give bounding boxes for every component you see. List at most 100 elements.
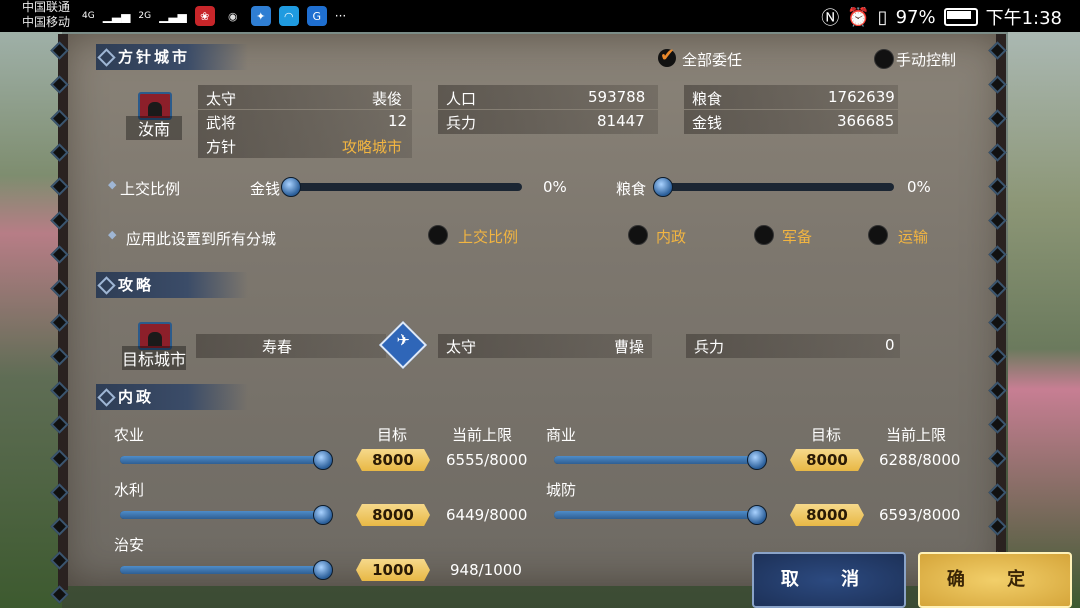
tribute-food-percent: 0% <box>907 178 931 196</box>
agriculture-slider[interactable] <box>120 450 333 470</box>
target-city-name[interactable]: 寿春 <box>262 336 292 357</box>
carrier-2: 中国移动 <box>22 15 71 29</box>
apply-all-label: 应用此设置到所有分城 <box>126 230 277 248</box>
tribute-food-slider[interactable] <box>653 177 894 197</box>
security-label: 治安 <box>114 536 145 554</box>
apply-tribute-radio[interactable] <box>428 225 448 245</box>
signal-4g-label: 4G <box>82 11 95 21</box>
alarm-icon: ⏰ <box>847 6 870 28</box>
security-target[interactable]: 1000 <box>356 559 430 581</box>
commerce-label: 商业 <box>546 426 577 444</box>
generals-label: 武将 <box>206 114 237 132</box>
manual-control-label[interactable]: 手动控制 <box>896 49 956 70</box>
defense-slider[interactable] <box>554 505 767 525</box>
carrier-info: 中国联通 中国移动 <box>22 0 70 30</box>
rod-ornament-right <box>988 41 1007 604</box>
commerce-fill <box>554 456 756 464</box>
system-status: Ⓝ ⏰ ▯ 97% 下午1:38 <box>821 4 1062 30</box>
cancel-button[interactable]: 取 消 <box>752 552 906 608</box>
agriculture-knob[interactable] <box>313 450 333 470</box>
status-bar: 中国联通 中国移动 4G ▁▃▅ 2G ▁▃▅ ❀ ◉ ✦ ◠ G ··· Ⓝ … <box>0 0 1080 32</box>
penguin-icon: ◉ <box>227 9 238 23</box>
app-blue-icon: ✦ <box>250 6 271 26</box>
commerce-limit: 6288/8000 <box>879 451 961 469</box>
app-circle-icon: ◠ <box>278 6 299 26</box>
commerce-target[interactable]: 8000 <box>790 449 864 471</box>
delegate-all-label[interactable]: 全部委任 <box>682 49 742 70</box>
tribute-gold-slider[interactable] <box>281 177 522 197</box>
irrigation-target[interactable]: 8000 <box>356 504 430 526</box>
bullet-diamond-icon: ◆ <box>108 228 117 241</box>
generals-value: 12 <box>388 112 408 130</box>
notification-icons: 4G ▁▃▅ 2G ▁▃▅ ❀ ◉ ✦ ◠ G ··· <box>82 6 346 26</box>
tribute-food-label: 粮食 <box>616 180 647 198</box>
troops-value: 81447 <box>597 112 645 130</box>
apply-military-radio[interactable] <box>754 225 774 245</box>
agriculture-fill <box>120 456 322 464</box>
target-column-header: 目标 <box>377 426 408 444</box>
more-icon: ··· <box>334 9 347 23</box>
signal-2g-label: 2G <box>138 11 152 21</box>
commerce-slider[interactable] <box>554 450 767 470</box>
delegate-all-checkbox[interactable] <box>658 45 676 67</box>
defense-target[interactable]: 8000 <box>790 504 864 526</box>
irrigation-slider[interactable] <box>120 505 333 525</box>
tribute-gold-knob[interactable] <box>281 177 301 197</box>
target-governor-value: 曹操 <box>614 338 645 356</box>
population-label: 人口 <box>446 90 477 108</box>
city-name: 汝南 <box>126 116 182 140</box>
tribute-food-knob[interactable] <box>653 177 673 197</box>
gold-label: 金钱 <box>692 114 723 132</box>
target-city-badge[interactable]: 目标城市 <box>122 322 186 372</box>
section-header-domestic: 内政 <box>96 384 248 410</box>
carrier-1: 中国联通 <box>22 0 71 14</box>
apply-domestic-label[interactable]: 内政 <box>656 226 686 247</box>
defense-fill <box>554 511 756 519</box>
governor-label: 太守 <box>206 90 237 108</box>
manual-control-radio[interactable] <box>874 49 894 69</box>
apply-transport-radio[interactable] <box>868 225 888 245</box>
vibrate-icon: ▯ <box>877 6 888 28</box>
agriculture-target[interactable]: 8000 <box>356 449 430 471</box>
governor-value: 裴俊 <box>372 90 403 108</box>
city-badge: 汝南 <box>126 92 182 142</box>
defense-knob[interactable] <box>747 505 767 525</box>
section-header-city-policy: 方针城市 <box>96 44 248 70</box>
bullet-diamond-icon: ◆ <box>108 178 117 191</box>
rod-ornament-left <box>50 41 69 604</box>
irrigation-label: 水利 <box>114 481 145 499</box>
agriculture-label: 农业 <box>114 426 145 444</box>
app-g-icon: G <box>306 6 327 26</box>
limit-column-header: 当前上限 <box>452 426 513 444</box>
signal-bars-icon: ▁▃▅ <box>159 9 187 23</box>
apply-tribute-label[interactable]: 上交比例 <box>458 226 518 247</box>
section-header-attack: 攻略 <box>96 272 248 298</box>
security-slider[interactable] <box>120 560 333 580</box>
target-city-label: 目标城市 <box>122 346 186 370</box>
security-limit: 948/1000 <box>450 561 522 579</box>
defense-limit: 6593/8000 <box>879 506 961 524</box>
clock: 下午1:38 <box>985 8 1062 29</box>
policy-value[interactable]: 攻略城市 <box>342 136 402 157</box>
irrigation-fill <box>120 511 322 519</box>
food-value: 1762639 <box>828 88 895 106</box>
target-troops-label: 兵力 <box>694 338 725 356</box>
gold-value: 366685 <box>837 112 895 130</box>
confirm-button[interactable]: 确 定 <box>918 552 1072 608</box>
apply-domestic-radio[interactable] <box>628 225 648 245</box>
apply-transport-label[interactable]: 运输 <box>898 226 928 247</box>
security-knob[interactable] <box>313 560 333 580</box>
irrigation-knob[interactable] <box>313 505 333 525</box>
battery-icon <box>943 8 978 26</box>
nfc-icon: Ⓝ <box>821 8 840 29</box>
policy-label: 方针 <box>206 138 237 156</box>
security-fill <box>120 566 322 574</box>
agriculture-limit: 6555/8000 <box>446 451 528 469</box>
troops-label: 兵力 <box>446 114 477 132</box>
tribute-label: 上交比例 <box>120 180 181 198</box>
limit-column-header: 当前上限 <box>886 426 947 444</box>
apply-military-label[interactable]: 军备 <box>782 226 812 247</box>
signal-bars-icon: ▁▃▅ <box>102 9 131 23</box>
target-governor-label: 太守 <box>446 338 477 356</box>
commerce-knob[interactable] <box>747 450 767 470</box>
